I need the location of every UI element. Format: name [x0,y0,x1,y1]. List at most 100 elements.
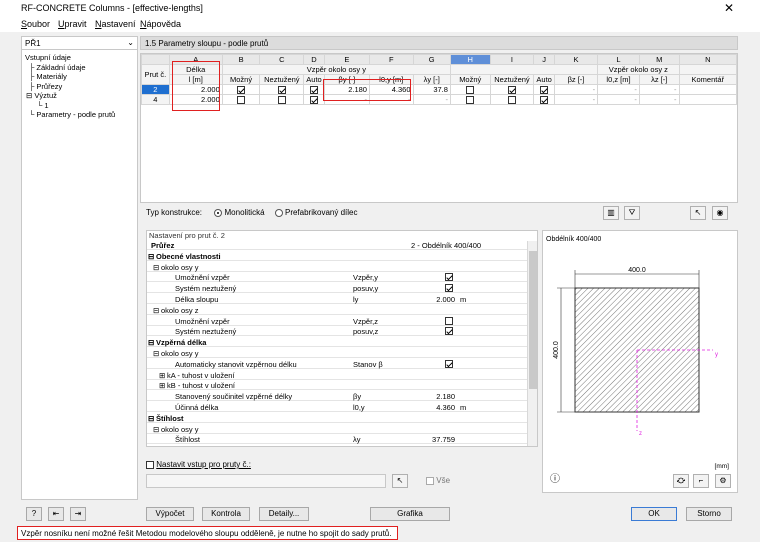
checkbox[interactable] [507,96,516,104]
property-row[interactable]: ⊟ okolo osy y [147,425,527,434]
checkbox[interactable] [466,96,475,104]
property-row[interactable]: ⊟ Vzpěrná délka [147,338,527,348]
cell-lambda-y[interactable]: - [412,94,451,106]
collapse-icon[interactable]: ⊟ [153,425,159,434]
cell-mozny-z[interactable] [449,94,491,106]
tree-item-zakladni-udaje[interactable]: ├ Základní údaje [25,63,115,73]
property-row[interactable]: ⊟ okolo osy y [147,349,527,358]
radio-monoliticka-label[interactable]: Monolitická [225,208,265,217]
vse-label[interactable]: Vše [436,476,450,485]
col-letter[interactable]: A [168,54,223,65]
collapse-icon[interactable]: ⊟ [148,252,154,261]
cell-delka[interactable]: 2.000 [168,94,223,106]
checkbox[interactable] [507,86,516,94]
storno-button[interactable]: Storno [686,507,732,521]
cell-l0y[interactable]: 4.360 [368,83,414,96]
cell-mozny-z[interactable] [449,83,491,96]
radio-prefabrikovany-label[interactable]: Prefabrikovaný dílec [285,208,357,217]
row-number[interactable]: 4 [141,94,170,106]
property-row[interactable]: Umožnění vzpěr Vzpěr,z [147,316,527,326]
set-input-checkbox[interactable] [146,460,154,469]
property-row[interactable]: Systém neztužený posuv,y [147,284,527,294]
col-letter[interactable]: C [259,54,305,65]
col-letter[interactable]: D [303,54,325,65]
kontrola-button[interactable]: Kontrola [202,507,250,521]
cell-neztuzeny-y[interactable] [259,94,305,106]
cell-auto-y[interactable] [303,94,325,106]
property-value[interactable]: 2 - Obdélník 400/400 [411,241,481,250]
vse-checkbox[interactable] [426,476,434,485]
property-value[interactable]: 2.180 [417,392,455,401]
col-letter[interactable]: I [489,54,535,65]
property-row[interactable]: Automaticky stanovit vzpěrnou délku Stano… [147,359,527,369]
dimension-icon[interactable]: ⌐ [693,474,709,488]
menu-nastaveni[interactable]: Nastavení [95,19,136,29]
help-icon[interactable]: ? [26,507,42,521]
menu-soubor[interactable]: Soubor [21,19,50,29]
checkbox[interactable] [277,96,286,104]
row-number[interactable]: 2 [141,83,170,96]
col-letter[interactable]: F [368,54,414,65]
vypocet-button[interactable]: Výpočet [146,507,194,521]
cell-lambda-z[interactable]: - [638,83,680,96]
menu-upravit[interactable]: Upravit [58,19,87,29]
property-row[interactable]: Štíhlost λy 37.759 [147,435,527,445]
property-row[interactable]: Účinná délka l0,y 4.360 m [147,403,527,412]
info-icon[interactable]: ⓘ [547,474,563,488]
property-value[interactable]: 4.360 [417,403,455,412]
collapse-icon[interactable]: ⊟ [153,306,159,315]
cell-beta-y[interactable]: - [323,94,370,106]
collapse-icon[interactable]: ⊟ [148,414,154,423]
col-letter[interactable]: K [553,54,599,65]
cell-neztuzeny-z[interactable] [489,83,535,96]
checkbox[interactable] [277,86,286,94]
filter-icon[interactable]: ⛛ [624,206,640,220]
set-input-label[interactable]: Nastavit vstup pro pruty č.: [156,460,251,469]
view-icon[interactable]: ◉ [712,206,728,220]
property-row[interactable]: Průřez 2 - Obdélník 400/400 [147,241,527,250]
radio-monoliticka[interactable] [214,208,223,217]
import-icon[interactable]: ⇤ [48,507,64,521]
menu-napoveda[interactable]: Nápověda [140,19,181,29]
cell-mozny-y[interactable] [221,83,261,96]
property-row[interactable]: Stanovený součinitel vzpěrné délky βy 2.18… [147,392,527,402]
property-value[interactable]: 37.759 [417,435,455,444]
property-row[interactable]: ⊞ kA - tuhost v uložení [147,371,527,380]
col-letter[interactable]: L [597,54,640,65]
property-value[interactable]: 2.000 [417,295,455,304]
property-row[interactable]: ⊟ okolo osy z [147,306,527,315]
cell-neztuzeny-z[interactable] [489,94,535,106]
property-checkbox[interactable] [445,284,453,293]
tree-item-vyztuz-1[interactable]: └ 1 [25,101,115,111]
cell-beta-z[interactable]: - [553,83,599,96]
checkbox[interactable] [466,86,475,94]
property-checkbox[interactable] [445,359,453,368]
members-input[interactable] [146,474,386,488]
tree-item-prurezy[interactable]: ├ Průřezy [25,82,115,92]
cell-neztuzeny-y[interactable] [259,83,305,96]
detaily-button[interactable]: Detaily... [259,507,309,521]
tree-item-materialy[interactable]: ├ Materiály [25,72,115,82]
table-view-icon[interactable]: ▥ [603,206,619,220]
col-letter[interactable]: M [638,54,680,65]
settings-icon[interactable]: ⚙ [715,474,731,488]
col-letter[interactable]: J [533,54,555,65]
col-letter[interactable]: N [678,54,738,65]
checkbox[interactable] [309,86,318,94]
pick-member-icon[interactable]: ↖ [690,206,706,220]
property-row[interactable]: Systém neztužený posuv,z [147,327,527,337]
property-row[interactable]: ⊞ kB - tuhost v uložení [147,381,527,391]
cell-komentar[interactable] [678,94,738,106]
export-icon[interactable]: ⇥ [70,507,86,521]
checkbox[interactable] [540,86,549,94]
property-row[interactable]: ⊟ Štíhlost [147,413,527,423]
tree-item-vstupni-udaje[interactable]: Vstupní údaje [25,53,115,63]
cell-komentar[interactable] [678,83,738,96]
property-checkbox[interactable] [445,316,453,325]
col-letter[interactable]: H [449,54,491,65]
table-row[interactable]: 4 2.000 - - - - - - [141,94,738,106]
col-letter[interactable]: E [323,54,370,65]
collapse-icon[interactable]: ⊟ [153,263,159,272]
section-edit-icon[interactable]: ⛮ [673,474,689,488]
tree-item-vyztuz[interactable]: ⊟ Výztuž [25,91,115,101]
